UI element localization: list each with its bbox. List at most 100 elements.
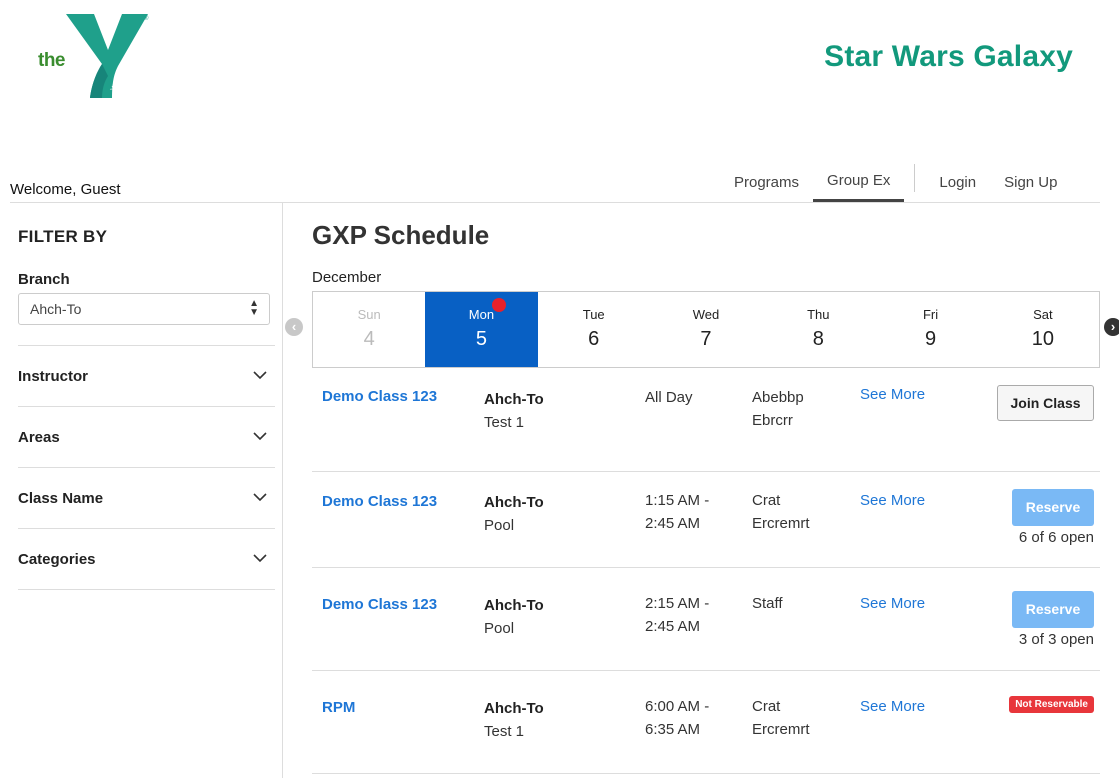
- nav-group-ex[interactable]: Group Ex: [813, 162, 905, 202]
- svg-text:®: ®: [144, 15, 149, 22]
- day-mon[interactable]: Mon 5: [425, 292, 538, 367]
- day-name: Tue: [582, 307, 605, 322]
- day-name: Mon: [468, 307, 495, 322]
- instructor-line-2: Ercremrt: [752, 515, 810, 532]
- filter-label: Instructor: [18, 368, 89, 385]
- top-nav: Programs Group Ex Login Sign Up: [720, 162, 1071, 202]
- day-sun[interactable]: Sun 4: [313, 292, 425, 367]
- select-arrows-icon: ▲ ▼: [249, 298, 259, 318]
- day-thu[interactable]: Thu 8: [762, 292, 874, 367]
- class-name-link[interactable]: Demo Class 123: [322, 493, 437, 510]
- not-reservable-badge: Not Reservable: [1009, 696, 1094, 713]
- welcome-text: Welcome, Guest: [10, 181, 121, 198]
- day-tue[interactable]: Tue 6: [538, 292, 650, 367]
- class-time-start: 6:00 AM -: [645, 698, 710, 715]
- day-name: Sun: [357, 307, 381, 322]
- instructor-line-1: Staff: [752, 595, 783, 612]
- class-time: All Day: [645, 386, 693, 409]
- class-instructor: Crat Ercremrt: [752, 695, 810, 741]
- ymca-logo[interactable]: the YMCA ®: [36, 12, 149, 100]
- filter-sidebar: FILTER BY Branch Ahch-To ▲ ▼ Instructor A…: [10, 203, 283, 778]
- month-label: December: [312, 269, 382, 286]
- instructor-line-1: Abebbp: [752, 389, 804, 406]
- reserve-button[interactable]: Reserve: [1012, 591, 1094, 628]
- class-row: Demo Class 123 Ahch-To Pool 2:15 AM - 2:…: [312, 568, 1100, 671]
- page-title: GXP Schedule: [312, 220, 490, 250]
- class-area: Test 1: [484, 414, 525, 431]
- day-date: 10: [1031, 328, 1054, 350]
- filter-label: Categories: [18, 551, 96, 568]
- site-title: Star Wars Galaxy: [824, 40, 1073, 73]
- class-row: RPM Ahch-To Test 1 6:00 AM - 6:35 AM Cra…: [312, 671, 1100, 774]
- day-date: 9: [924, 328, 937, 350]
- day-date: 7: [700, 328, 712, 350]
- day-name: Sat: [1033, 307, 1053, 322]
- instructor-line-1: Crat: [752, 492, 781, 509]
- class-location: Ahch-To Pool: [484, 491, 544, 537]
- filter-areas[interactable]: Areas: [18, 406, 275, 467]
- day-name: Fri: [922, 307, 939, 322]
- chevron-down-icon: [253, 493, 267, 502]
- filter-categories[interactable]: Categories: [18, 528, 275, 589]
- class-name-link[interactable]: Demo Class 123: [322, 388, 437, 405]
- filter-label: Class Name: [18, 490, 104, 507]
- branch-select-value: Ahch-To: [30, 301, 82, 317]
- class-time: 6:00 AM - 6:35 AM: [645, 695, 709, 741]
- day-name: Wed: [692, 307, 720, 322]
- next-week-icon[interactable]: ›: [1104, 318, 1119, 336]
- day-name: Thu: [807, 307, 830, 322]
- filter-instructor[interactable]: Instructor: [18, 345, 275, 406]
- logo-y-icon: YMCA ®: [66, 14, 149, 98]
- branch-select[interactable]: Ahch-To ▲ ▼: [18, 293, 270, 325]
- see-more-link[interactable]: See More: [860, 698, 925, 715]
- class-time-start: 1:15 AM -: [645, 492, 710, 509]
- class-name-link[interactable]: RPM: [322, 699, 355, 716]
- class-branch: Ahch-To: [484, 700, 544, 717]
- join-class-button[interactable]: Join Class: [997, 385, 1094, 421]
- branch-label: Branch: [18, 271, 70, 288]
- prev-week-icon[interactable]: ‹: [285, 318, 303, 336]
- day-fri[interactable]: Fri 9: [874, 292, 986, 367]
- day-date: 5: [475, 328, 487, 350]
- class-location: Ahch-To Test 1: [484, 388, 544, 434]
- nav-divider: [914, 164, 916, 192]
- class-area: Pool: [484, 517, 515, 534]
- filter-label: Areas: [18, 429, 60, 446]
- reserve-button[interactable]: Reserve: [1012, 489, 1094, 526]
- sidebar-divider: [18, 589, 275, 590]
- class-row: Demo Class 123 Ahch-To Pool 1:15 AM - 2:…: [312, 465, 1100, 568]
- filter-class-name[interactable]: Class Name: [18, 467, 275, 528]
- class-branch: Ahch-To: [484, 494, 544, 511]
- instructor-line-2: Ebrcrr: [752, 412, 793, 429]
- class-time: 2:15 AM - 2:45 AM: [645, 592, 709, 638]
- class-time: 1:15 AM - 2:45 AM: [645, 489, 709, 535]
- class-time-end: 2:45 AM: [645, 618, 701, 635]
- instructor-line-1: Crat: [752, 698, 781, 715]
- class-time-end: 2:45 AM: [645, 515, 701, 532]
- class-name-link[interactable]: Demo Class 123: [322, 596, 437, 613]
- class-time-start: 2:15 AM -: [645, 595, 710, 612]
- see-more-link[interactable]: See More: [860, 595, 925, 612]
- see-more-link[interactable]: See More: [860, 492, 925, 509]
- class-area: Test 1: [484, 723, 525, 740]
- day-wed[interactable]: Wed 7: [650, 292, 762, 367]
- class-location: Ahch-To Test 1: [484, 697, 544, 743]
- class-instructor: Abebbp Ebrcrr: [752, 386, 804, 432]
- nav-programs[interactable]: Programs: [720, 162, 813, 202]
- nav-login[interactable]: Login: [925, 162, 990, 202]
- class-location: Ahch-To Pool: [484, 594, 544, 640]
- class-time-start: All Day: [645, 389, 693, 406]
- class-time-end: 6:35 AM: [645, 721, 701, 738]
- instructor-line-2: Ercremrt: [752, 721, 810, 738]
- chevron-down-icon: [253, 432, 267, 441]
- nav-sign-up[interactable]: Sign Up: [990, 162, 1071, 202]
- class-branch: Ahch-To: [484, 597, 544, 614]
- week-calendar: Sun 4 Mon 5 Tue 6 Wed 7 Thu 8 Fri 9 Sat …: [312, 291, 1100, 368]
- class-branch: Ahch-To: [484, 391, 544, 408]
- see-more-link[interactable]: See More: [860, 386, 925, 403]
- day-sat[interactable]: Sat 10: [987, 292, 1099, 367]
- day-date: 6: [588, 328, 600, 350]
- open-spots-count: 3 of 3 open: [1018, 631, 1094, 648]
- class-instructor: Staff: [752, 592, 783, 615]
- day-date: 4: [363, 328, 375, 350]
